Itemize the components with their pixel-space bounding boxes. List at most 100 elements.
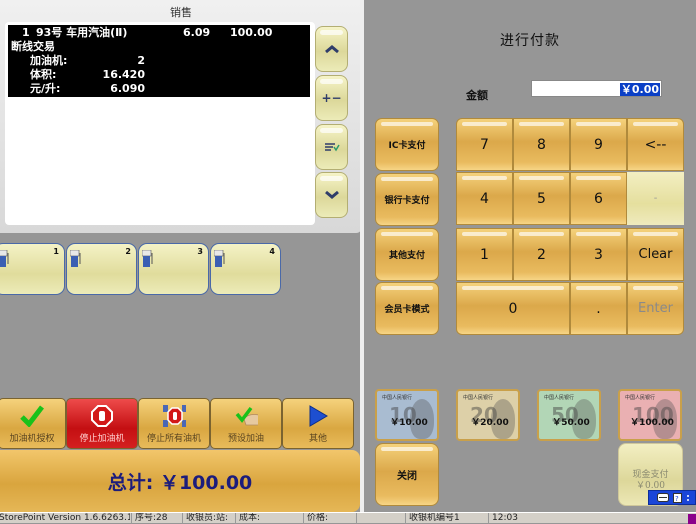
detail-label-unit-price: 元/升: xyxy=(30,82,61,95)
other-payment-button[interactable]: 其他支付 xyxy=(375,228,439,281)
key-label: 2 xyxy=(537,246,546,263)
status-version: StorePoint Version 1.6.6263.1014 xyxy=(0,513,130,523)
sales-title: 销售 xyxy=(170,6,192,19)
banknote-header: 中国人民银行 xyxy=(544,395,575,401)
status-sequence: 序号:28 xyxy=(131,513,181,524)
key-label: <-- xyxy=(644,136,667,153)
action-label: 停止加油机 xyxy=(79,434,125,444)
key-label: 0 xyxy=(508,300,518,317)
pump-number: 2 xyxy=(125,247,131,256)
action-label: 停止所有油机 xyxy=(146,434,201,444)
action-label: 其他 xyxy=(308,434,327,444)
total-value: ￥100.00 xyxy=(159,471,253,494)
detail-label-volume: 体积: xyxy=(30,68,57,81)
key-7[interactable]: 7 xyxy=(456,118,513,171)
action-label: 预设加油 xyxy=(227,434,264,444)
status-blank xyxy=(356,513,404,524)
banknote-50-button[interactable]: 中国人民银行 50 ￥50.00 xyxy=(537,389,601,441)
action-label: 加油机授权 xyxy=(9,434,55,444)
pump-button-2[interactable]: 2 xyxy=(66,243,137,295)
key-9[interactable]: 9 xyxy=(570,118,627,171)
more-options-icon xyxy=(687,494,689,501)
key-label: 7 xyxy=(480,136,489,153)
banknote-label: ￥20.00 xyxy=(471,417,509,428)
stop-all-pumps-button[interactable]: 停止所有油机 xyxy=(138,398,210,449)
chevron-up-icon xyxy=(324,45,339,54)
key-label: - xyxy=(653,193,658,204)
selected-sale-item[interactable]: 1 93号 车用汽油(Ⅱ) 6.09 100.00 断线交易 加油机: 2 体积… xyxy=(8,25,310,97)
list-check-button[interactable] xyxy=(315,124,348,170)
payment-title: 进行付款 xyxy=(500,33,560,49)
backspace-key[interactable]: <-- xyxy=(627,118,684,171)
banknote-header: 中国人民银行 xyxy=(625,395,656,401)
banknote-20-button[interactable]: 中国人民银行 20 ￥20.00 xyxy=(456,389,520,441)
banknote-header: 中国人民银行 xyxy=(382,395,413,401)
item-index: 1 xyxy=(22,26,30,39)
key-label: Enter xyxy=(638,301,673,316)
item-name: 93号 车用汽油(Ⅱ) xyxy=(36,26,128,39)
preset-hand-icon xyxy=(234,404,258,428)
payment-method-label: IC卡支付 xyxy=(388,141,426,151)
scroll-down-button[interactable] xyxy=(315,172,348,218)
language-bar[interactable]: ? xyxy=(648,490,696,505)
stop-all-icon xyxy=(162,404,186,428)
banknote-10-button[interactable]: 中国人民银行 10 ￥10.00 xyxy=(375,389,439,441)
key-2[interactable]: 2 xyxy=(513,228,570,281)
cash-label: 现金支付 xyxy=(632,470,669,480)
fuel-pump-icon xyxy=(70,250,81,267)
fuel-pump-icon xyxy=(214,250,225,267)
pump-button-3[interactable]: 3 xyxy=(138,243,209,295)
key-label: . xyxy=(596,300,601,317)
payment-method-label: 银行卡支付 xyxy=(384,196,430,206)
ic-card-payment-button[interactable]: IC卡支付 xyxy=(375,118,439,171)
decimal-key[interactable]: . xyxy=(570,282,627,335)
key-label: 6 xyxy=(594,190,603,207)
scroll-up-button[interactable] xyxy=(315,26,348,72)
pump-button-1[interactable]: 1 xyxy=(0,243,65,295)
play-arrow-icon xyxy=(306,404,330,428)
key-label: 1 xyxy=(480,246,489,263)
authorize-pump-button[interactable]: 加油机授权 xyxy=(0,398,66,449)
status-price: 价格: xyxy=(303,513,355,524)
payment-method-label: 其他支付 xyxy=(388,251,425,261)
member-card-mode-button[interactable]: 会员卡模式 xyxy=(375,282,439,335)
key-8[interactable]: 8 xyxy=(513,118,570,171)
payment-method-label: 会员卡模式 xyxy=(384,305,430,315)
pump-button-4[interactable]: 4 xyxy=(210,243,281,295)
keyboard-icon xyxy=(657,493,669,502)
stop-hand-icon xyxy=(90,404,114,428)
svg-text:?: ? xyxy=(675,495,679,503)
detail-value-pump: 2 xyxy=(137,54,145,67)
status-time: 12:03 xyxy=(488,513,688,524)
banknote-header: 中国人民银行 xyxy=(463,395,494,401)
amount-input[interactable]: ￥0.00 xyxy=(531,80,662,97)
checkmark-icon xyxy=(20,404,44,428)
stop-pump-button[interactable]: 停止加油机 xyxy=(66,398,138,449)
preset-fuel-button[interactable]: 预设加油 xyxy=(210,398,282,449)
key-1[interactable]: 1 xyxy=(456,228,513,281)
key-4[interactable]: 4 xyxy=(456,172,513,225)
chevron-down-icon xyxy=(324,190,339,199)
amount-value: ￥0.00 xyxy=(619,83,660,96)
minus-key[interactable]: - xyxy=(627,172,684,225)
help-icon: ? xyxy=(673,492,682,503)
plus-minus-icon: +− xyxy=(321,91,342,105)
enter-key[interactable]: Enter xyxy=(627,282,684,335)
key-5[interactable]: 5 xyxy=(513,172,570,225)
detail-value-volume: 16.420 xyxy=(102,68,145,81)
key-0[interactable]: 0 xyxy=(456,282,570,335)
other-button[interactable]: 其他 xyxy=(282,398,354,449)
bank-card-payment-button[interactable]: 银行卡支付 xyxy=(375,173,439,226)
total-display: 总计: ￥100.00 xyxy=(0,450,360,512)
banknote-100-button[interactable]: 中国人民银行 100 ￥100.00 xyxy=(618,389,682,441)
key-6[interactable]: 6 xyxy=(570,172,627,225)
status-terminal: 收银机编号1 xyxy=(405,513,487,524)
amount-label: 金额 xyxy=(466,89,488,102)
close-button[interactable]: 关闭 xyxy=(375,443,439,506)
clear-key[interactable]: Clear xyxy=(627,228,684,281)
banknote-label: ￥50.00 xyxy=(552,417,590,428)
key-label: 9 xyxy=(594,136,603,153)
key-3[interactable]: 3 xyxy=(570,228,627,281)
plus-minus-button[interactable]: +− xyxy=(315,75,348,121)
banknote-label: ￥10.00 xyxy=(390,417,428,428)
